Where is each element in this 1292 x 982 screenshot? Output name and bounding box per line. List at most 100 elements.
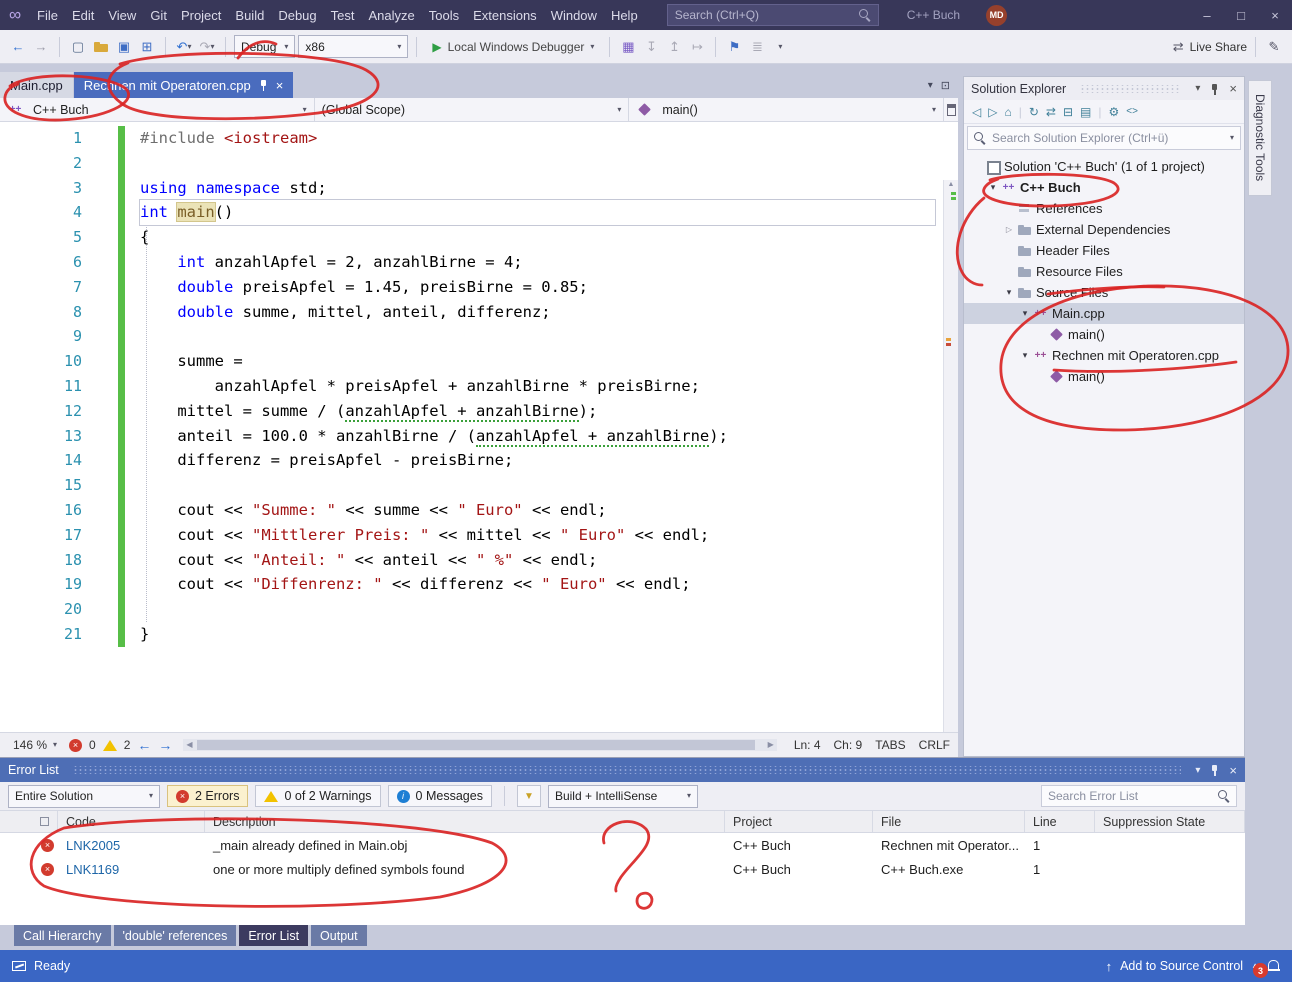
pin-icon[interactable] <box>1210 83 1219 95</box>
project-dropdown[interactable]: C++ Buch▾ <box>0 98 315 121</box>
platform-dropdown[interactable]: x86▾ <box>298 35 408 58</box>
tree-item-source-files[interactable]: ▾Source Files <box>964 282 1244 303</box>
warnings-filter-toggle[interactable]: 0 of 2 Warnings <box>255 785 380 807</box>
error-search-input[interactable] <box>1048 789 1212 803</box>
close-icon[interactable]: × <box>1229 81 1237 96</box>
menu-window[interactable]: Window <box>544 5 604 26</box>
panel-tab-output[interactable]: Output <box>311 925 367 946</box>
maximize-icon[interactable]: □ <box>1224 0 1258 30</box>
drag-handle[interactable] <box>73 766 1182 774</box>
diagnostic-tools-tab[interactable]: Diagnostic Tools <box>1248 80 1272 196</box>
step-over-icon[interactable]: ↦ <box>687 36 707 58</box>
step-out-icon[interactable]: ↥ <box>664 36 684 58</box>
tree-collapsed-arrow-icon[interactable]: ▷ <box>1002 225 1016 234</box>
search-input[interactable] <box>675 8 859 22</box>
menu-test[interactable]: Test <box>324 5 362 26</box>
editor-tab-main-cpp[interactable]: Main.cpp <box>0 72 73 98</box>
tree-expanded-arrow-icon[interactable]: ▾ <box>1002 287 1016 298</box>
start-debugging-button[interactable]: ▶ Local Windows Debugger ▾ <box>425 35 601 59</box>
bookmark-icon[interactable]: ⚑ <box>724 36 744 58</box>
notifications-bell-icon[interactable] <box>1267 960 1280 972</box>
error-row-lnk1169[interactable]: ×LNK1169one or more multiply defined sym… <box>0 857 1245 881</box>
tree-item-c-buch[interactable]: ▾C++ Buch <box>964 177 1244 198</box>
panel-tab-double-references[interactable]: 'double' references <box>114 925 237 946</box>
column-header-suppression-state[interactable]: Suppression State <box>1095 811 1245 832</box>
menu-view[interactable]: View <box>101 5 143 26</box>
redo-icon[interactable]: ↷▾ <box>197 36 217 58</box>
save-all-icon[interactable]: ⊞ <box>137 36 157 58</box>
live-share-button[interactable]: ⇄ Live Share <box>1173 39 1247 55</box>
outline-icon[interactable]: ≣ <box>747 36 767 58</box>
column-header-project[interactable]: Project <box>725 811 873 832</box>
open-folder-icon[interactable] <box>91 36 111 58</box>
search-options-icon[interactable]: ▾ <box>1230 134 1234 142</box>
scroll-right-icon[interactable]: ▶ <box>768 739 774 751</box>
window-position-icon[interactable]: ▾ <box>1195 765 1200 776</box>
error-list-search-box[interactable] <box>1041 785 1237 807</box>
navigate-forward-icon[interactable]: → <box>158 737 172 753</box>
menu-project[interactable]: Project <box>174 5 228 26</box>
tab-list-dropdown-icon[interactable]: ▾ <box>928 80 933 91</box>
pin-icon[interactable] <box>259 79 268 91</box>
step-into-icon[interactable]: ↧ <box>641 36 661 58</box>
new-file-icon[interactable]: ▢ <box>68 36 88 58</box>
save-icon[interactable]: ▣ <box>114 36 134 58</box>
editor-tab-rechnen-mit-operatoren-cpp[interactable]: Rechnen mit Operatoren.cpp× <box>74 72 294 98</box>
forward-icon[interactable]: ▷ <box>988 105 997 119</box>
column-header-line[interactable]: Line <box>1025 811 1095 832</box>
menu-edit[interactable]: Edit <box>65 5 101 26</box>
notification-count-badge[interactable]: 3 <box>1253 963 1268 978</box>
scope-filter-dropdown[interactable]: Entire Solution▾ <box>8 785 160 808</box>
member-dropdown[interactable]: main()▾ <box>629 98 944 121</box>
split-editor-button[interactable] <box>944 98 958 121</box>
background-tasks-icon[interactable] <box>12 961 26 971</box>
menu-build[interactable]: Build <box>228 5 271 26</box>
show-all-files-icon[interactable]: ▤ <box>1080 105 1091 119</box>
collapse-all-icon[interactable]: ⊟ <box>1063 105 1073 119</box>
filter-icon[interactable]: ▼ <box>517 785 541 807</box>
tree-item-resource-files[interactable]: Resource Files <box>964 261 1244 282</box>
undo-icon[interactable]: ↶▾ <box>174 36 194 58</box>
column-header-severity[interactable] <box>0 811 58 832</box>
window-position-icon[interactable]: ▾ <box>1195 83 1200 94</box>
tree-item-main-cpp[interactable]: ▾Main.cpp <box>964 303 1244 324</box>
horizontal-scrollbar[interactable]: ◀ ▶ <box>183 739 776 751</box>
panel-tab-call-hierarchy[interactable]: Call Hierarchy <box>14 925 111 946</box>
tree-item-references[interactable]: References <box>964 198 1244 219</box>
menu-tools[interactable]: Tools <box>422 5 466 26</box>
column-header-file[interactable]: File <box>873 811 1025 832</box>
float-window-icon[interactable]: ⊡ <box>941 79 950 92</box>
error-row-lnk2005[interactable]: ×LNK2005_main already defined in Main.ob… <box>0 833 1245 857</box>
solution-search-input[interactable] <box>992 131 1224 145</box>
eol-indicator[interactable]: CRLF <box>919 738 950 752</box>
menu-debug[interactable]: Debug <box>271 5 323 26</box>
navigate-forward-icon[interactable]: → <box>31 36 51 58</box>
scroll-up-icon[interactable]: ▲ <box>944 181 958 188</box>
navigate-backward-icon[interactable]: ← <box>137 737 151 753</box>
close-icon[interactable]: × <box>276 79 284 92</box>
menu-help[interactable]: Help <box>604 5 645 26</box>
tree-expanded-arrow-icon[interactable]: ▾ <box>1018 350 1032 361</box>
indent-mode-indicator[interactable]: TABS <box>875 738 905 752</box>
tree-item-main[interactable]: main() <box>964 366 1244 387</box>
menu-extensions[interactable]: Extensions <box>466 5 544 26</box>
panel-tab-error-list[interactable]: Error List <box>239 925 308 946</box>
tree-item-main[interactable]: main() <box>964 324 1244 345</box>
sync-active-document-icon[interactable]: ⇄ <box>1046 105 1056 119</box>
quick-search-box[interactable] <box>667 4 879 26</box>
menu-git[interactable]: Git <box>143 5 174 26</box>
profiler-icon[interactable]: ▦ <box>618 36 638 58</box>
menu-file[interactable]: File <box>30 5 65 26</box>
errors-filter-toggle[interactable]: × 2 Errors <box>167 785 248 807</box>
scope-dropdown[interactable]: (Global Scope)▾ <box>315 98 630 121</box>
scroll-left-icon[interactable]: ◀ <box>186 739 192 751</box>
menu-analyze[interactable]: Analyze <box>361 5 421 26</box>
zoom-dropdown[interactable]: 146 %▾ <box>8 736 62 755</box>
drag-handle[interactable] <box>1080 85 1181 93</box>
add-to-source-control-button[interactable]: Add to Source Control <box>1120 959 1243 973</box>
refresh-icon[interactable]: ↻ <box>1029 105 1039 119</box>
preview-code-icon[interactable]: <> <box>1126 106 1138 117</box>
error-list-title-bar[interactable]: Error List ▾ × <box>0 758 1245 782</box>
column-header-description[interactable]: Description <box>205 811 725 832</box>
source-filter-dropdown[interactable]: Build + IntelliSense▾ <box>548 785 698 808</box>
